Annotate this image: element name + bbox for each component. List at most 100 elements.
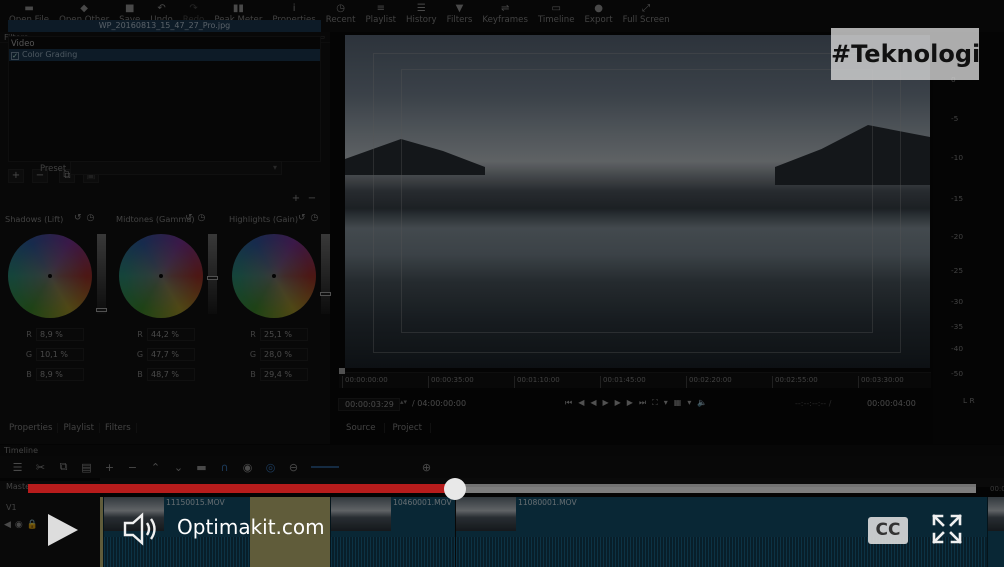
- luma-slider[interactable]: [320, 234, 331, 314]
- audio-meter: 0-5-10-15-20-25-30-35-40-50L R: [933, 32, 1004, 444]
- ruler-tick: 00:00:35:00: [428, 376, 474, 388]
- filter-section-video: Video: [11, 38, 35, 48]
- track-controls-icon[interactable]: ◀◉🔒: [4, 520, 42, 530]
- ruler-tick: 00:00:00:00: [342, 376, 388, 388]
- color-wheel[interactable]: [119, 234, 203, 318]
- player-progress-knob[interactable]: [443, 478, 466, 500]
- wheel-reset-icon[interactable]: ↺◷: [298, 213, 323, 223]
- add-preset-button[interactable]: +: [288, 193, 304, 207]
- tab-playlist[interactable]: Playlist: [58, 423, 100, 433]
- scrub-icon[interactable]: ◉: [236, 461, 259, 474]
- color-wheel[interactable]: [8, 234, 92, 318]
- viewer-tabs: Source Project: [338, 423, 431, 433]
- channel-value-g[interactable]: 10,1 %: [36, 348, 84, 361]
- play-icon[interactable]: [42, 510, 82, 550]
- wheel-reset-icon[interactable]: ↺◷: [185, 213, 210, 223]
- clip[interactable]: 10460001.MOV: [330, 497, 455, 567]
- channel-value-b[interactable]: 29,4 %: [260, 368, 308, 381]
- add-filter-button[interactable]: +: [8, 169, 24, 183]
- db-label: -40: [951, 344, 964, 353]
- slider-handle[interactable]: [96, 308, 107, 312]
- channel-value-b[interactable]: 48,7 %: [147, 368, 195, 381]
- video-preview[interactable]: [345, 35, 930, 368]
- toolbar-recent-button[interactable]: ◷ Recent: [321, 0, 361, 30]
- overwrite-icon[interactable]: ⌄: [167, 461, 190, 474]
- append-icon[interactable]: +: [98, 461, 121, 474]
- clip-name: WP_20160813_15_47_27_Pro.jpg: [8, 20, 321, 32]
- paste-icon[interactable]: ▤: [75, 461, 98, 474]
- channel-value-g[interactable]: 47,7 %: [147, 348, 195, 361]
- tab-properties[interactable]: Properties: [4, 423, 59, 433]
- filter-item-color-grading[interactable]: ✓ Color Grading: [9, 49, 320, 61]
- ripple-icon[interactable]: ◎: [259, 461, 282, 474]
- timecode-spinner-icon[interactable]: ▴▾: [400, 398, 407, 406]
- wheel-reset-icon[interactable]: ↺◷: [74, 213, 99, 223]
- channel-label-b: B: [250, 370, 256, 379]
- audio-waveform: [331, 537, 455, 567]
- remove-preset-button[interactable]: −: [304, 193, 320, 207]
- ruler-tick: 00:02:55:00: [772, 376, 818, 388]
- toolbar-playlist-button[interactable]: ≡ Playlist: [361, 0, 402, 30]
- toolbar-timeline-button[interactable]: ▭ Timeline: [533, 0, 580, 30]
- lift-icon[interactable]: ⌃: [144, 461, 167, 474]
- slider-handle[interactable]: [320, 292, 331, 296]
- wheel-cursor[interactable]: [48, 274, 52, 278]
- color-wheel[interactable]: [232, 234, 316, 318]
- channel-value-r[interactable]: 8,9 %: [36, 328, 84, 341]
- filter-list[interactable]: Video ✓ Color Grading: [8, 36, 321, 162]
- menu-icon[interactable]: ☰: [6, 461, 29, 474]
- db-label: -50: [951, 369, 964, 378]
- fullscreen-icon[interactable]: [932, 514, 962, 544]
- tab-project[interactable]: Project: [385, 423, 431, 433]
- wheel-title: Midtones (Gamma): [116, 214, 195, 224]
- snap-icon[interactable]: ∩: [213, 461, 236, 474]
- toolbar-filters-button[interactable]: ▼ Filters: [442, 0, 478, 30]
- toolbar-keyframes-button[interactable]: ⇌ Keyframes: [477, 0, 533, 30]
- captions-button[interactable]: CC: [868, 517, 908, 544]
- zoom-in-icon[interactable]: ⊕: [415, 461, 438, 474]
- cut-icon[interactable]: ✂: [29, 461, 52, 474]
- db-label: -25: [951, 266, 964, 275]
- tab-filters[interactable]: Filters: [100, 423, 137, 433]
- slider-handle[interactable]: [207, 276, 218, 280]
- clip[interactable]: [987, 497, 1004, 567]
- toolbar-full-screen-button[interactable]: ⤢ Full Screen: [618, 0, 675, 30]
- toolbar-export-button[interactable]: ● Export: [579, 0, 617, 30]
- channel-value-r[interactable]: 25,1 %: [260, 328, 308, 341]
- split-icon[interactable]: ▬: [190, 461, 213, 474]
- position-timecode[interactable]: 00:00:03:29: [338, 398, 400, 411]
- db-label: -15: [951, 194, 964, 203]
- redo-icon: ↷: [189, 3, 198, 14]
- wheel-cursor[interactable]: [159, 274, 163, 278]
- ripple-delete-icon[interactable]: −: [121, 461, 144, 474]
- filter-icon: ▼: [455, 3, 464, 14]
- channel-value-b[interactable]: 8,9 %: [36, 368, 84, 381]
- db-label: -30: [951, 297, 964, 306]
- wheel-cursor[interactable]: [272, 274, 276, 278]
- playhead-marker[interactable]: [339, 368, 345, 374]
- tab-source[interactable]: Source: [338, 423, 385, 433]
- luma-slider[interactable]: [207, 234, 218, 314]
- zoom-slider[interactable]: [311, 466, 339, 468]
- clip-name-label: 10460001.MOV: [393, 498, 452, 507]
- toolbar-label: Keyframes: [482, 15, 528, 25]
- site-name: Optimakit.com: [177, 515, 325, 539]
- toolbar-label: Playlist: [365, 15, 397, 25]
- toolbar-label: Filters: [446, 15, 473, 25]
- clip-name-label: 11150015.MOV: [166, 498, 225, 507]
- clip-thumbnail: [331, 497, 391, 531]
- db-label: -5: [951, 114, 959, 123]
- luma-slider[interactable]: [96, 234, 107, 314]
- viewer-ruler[interactable]: 00:00:00:00 00:00:35:00 00:01:10:00 00:01:4…: [339, 372, 931, 388]
- zoom-out-icon[interactable]: ⊖: [282, 461, 305, 474]
- checkbox-icon[interactable]: ✓: [11, 52, 19, 60]
- channel-value-g[interactable]: 28,0 %: [260, 348, 308, 361]
- copy-icon[interactable]: ⧉: [52, 460, 75, 474]
- preset-select[interactable]: ▾: [70, 161, 282, 175]
- transport-controls[interactable]: ⏮◀◀▶▶▶⏭⛶▾▦▾🔈: [565, 398, 713, 408]
- peak-meter-icon: ▮▮: [232, 3, 244, 14]
- channel-label-g: G: [25, 350, 33, 359]
- toolbar-history-button[interactable]: ☰ History: [401, 0, 442, 30]
- channel-value-r[interactable]: 44,2 %: [147, 328, 195, 341]
- volume-icon[interactable]: [122, 512, 162, 546]
